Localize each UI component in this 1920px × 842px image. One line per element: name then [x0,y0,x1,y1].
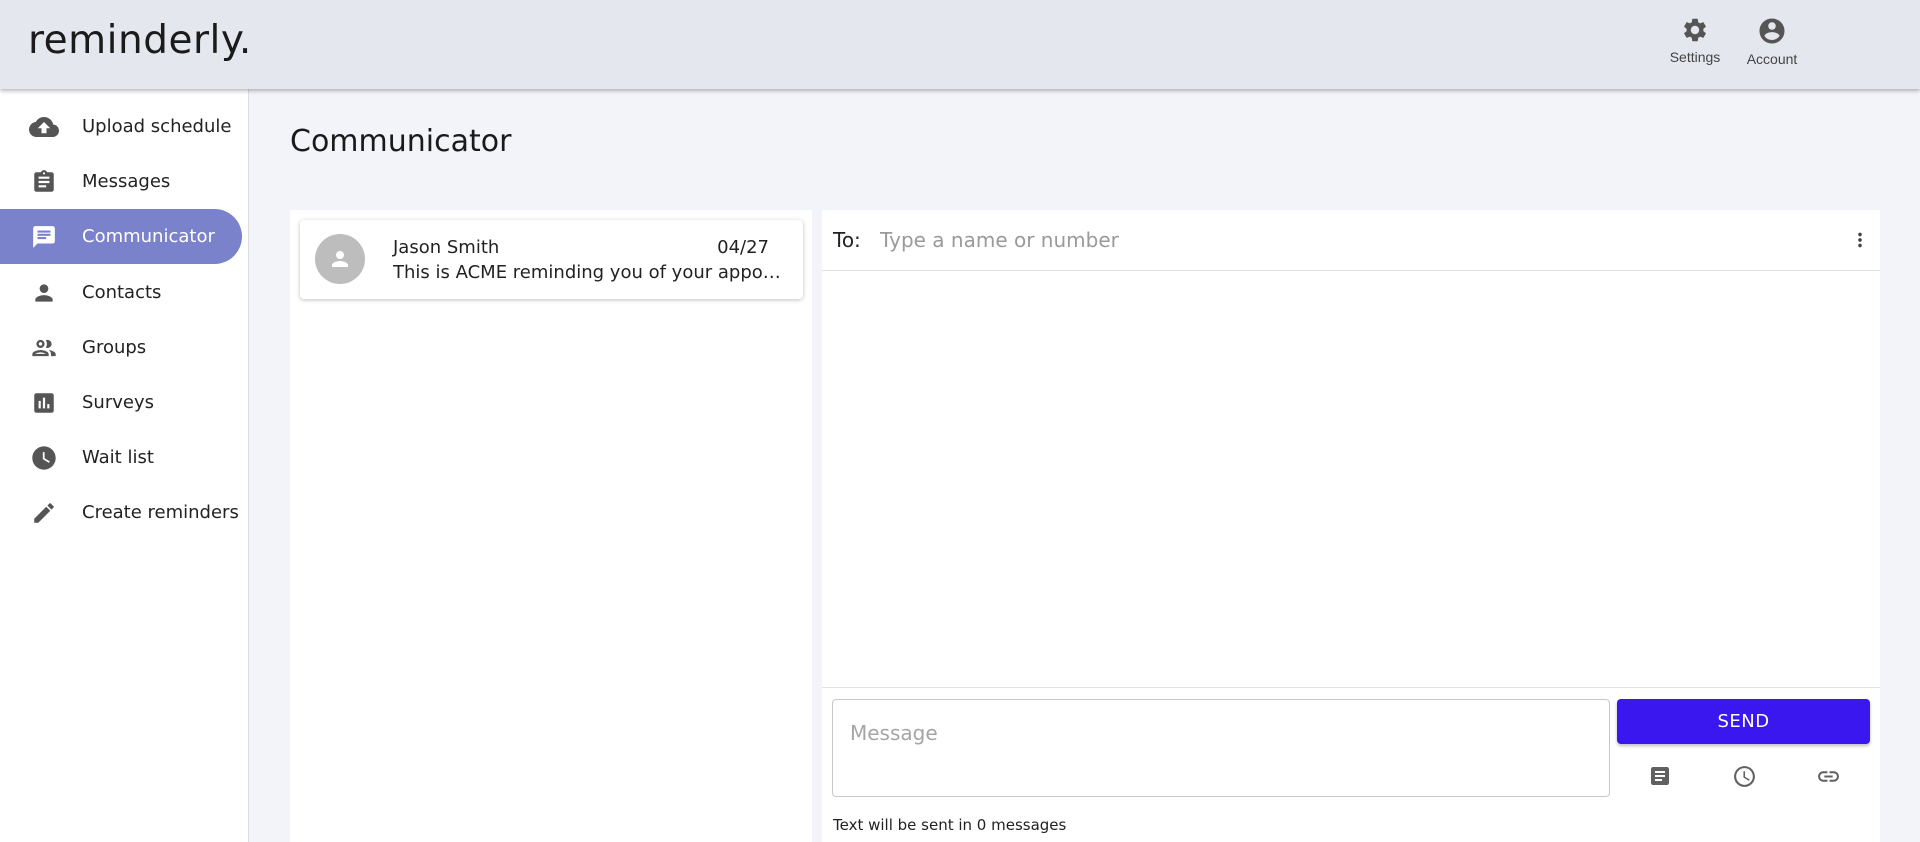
sidebar-item-label: Communicator [82,226,215,247]
conversation-contact-name: Jason Smith [393,237,500,258]
send-button[interactable]: SEND [1617,699,1870,744]
sidebar-item-label: Messages [82,171,171,192]
conversation-date: 04/27 [717,237,769,258]
clipboard-icon [34,169,54,192]
page-title: Communicator [290,124,512,159]
avatar [315,234,365,284]
sidebar-item-upload-schedule[interactable]: Upload schedule [0,99,242,154]
sidebar-item-create-reminders[interactable]: Create reminders [0,485,242,540]
pencil-icon [34,502,54,523]
person-icon [35,283,53,302]
sidebar-item-communicator[interactable]: Communicator [0,209,242,264]
clock-icon [32,445,56,470]
recipient-row: To: [822,210,1880,271]
message-count-text: Text will be sent in 0 messages [833,816,1067,834]
person-icon [332,251,348,267]
schedule-button[interactable] [1731,763,1757,789]
conversation-list: Jason Smith 04/27 This is ACME reminding… [290,210,812,842]
sidebar-item-label: Surveys [82,392,154,413]
app-logo[interactable]: reminderly. [28,18,252,63]
sidebar: Upload schedule Messages Communicator Co… [0,89,249,842]
settings-button[interactable]: Settings [1660,16,1730,65]
sidebar-item-label: Contacts [82,282,162,303]
conversation-preview: This is ACME reminding you of your appoi… [393,262,785,283]
template-icon [1651,767,1669,785]
account-label: Account [1746,51,1798,67]
cloud-upload-icon [29,116,59,137]
compose-panel: To: SEND Text will be sent in 0 messages [822,210,1880,842]
account-button[interactable]: Account [1737,16,1807,67]
to-label: To: [833,228,861,252]
recipient-input[interactable] [880,220,1820,260]
conversation-item[interactable]: Jason Smith 04/27 This is ACME reminding… [300,220,803,299]
sidebar-item-contacts[interactable]: Contacts [0,265,242,320]
link-icon [1817,770,1839,782]
sidebar-item-label: Create reminders [82,502,239,523]
people-icon [32,339,56,356]
sidebar-item-label: Upload schedule [82,116,232,137]
sidebar-item-label: Groups [82,337,147,358]
sidebar-item-messages[interactable]: Messages [0,154,242,209]
template-button[interactable] [1647,763,1673,789]
account-circle-icon [1759,18,1785,44]
gear-icon [1684,18,1706,42]
compose-bar: SEND Text will be sent in 0 messages [822,687,1880,842]
top-bar: reminderly. Settings Account [0,0,1920,89]
message-thread [822,272,1880,688]
settings-label: Settings [1669,49,1721,65]
chat-icon [33,225,55,248]
sidebar-item-surveys[interactable]: Surveys [0,375,242,430]
schedule-clock-icon [1733,765,1755,787]
insert-link-button[interactable] [1815,763,1841,789]
more-vert-icon [1858,232,1862,248]
message-input[interactable] [832,699,1610,797]
sidebar-item-label: Wait list [82,447,154,468]
sidebar-item-wait-list[interactable]: Wait list [0,430,242,485]
more-options-button[interactable] [1848,228,1872,252]
bar-chart-icon [34,392,54,413]
sidebar-item-groups[interactable]: Groups [0,320,242,375]
